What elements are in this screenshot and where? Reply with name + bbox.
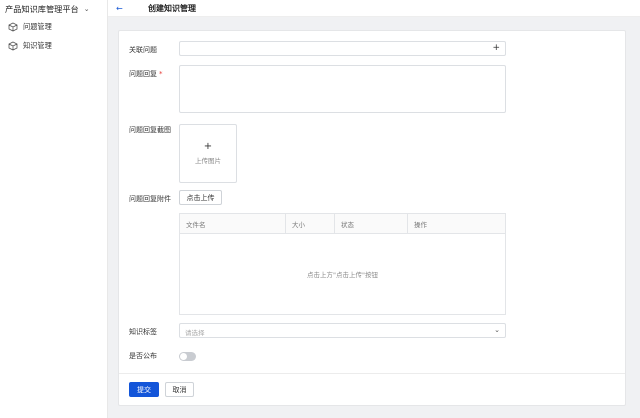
plus-icon: + [203, 141, 213, 152]
sidebar: 产品知识库管理平台 ⌄ 问题管理 知识管理 [0, 0, 108, 418]
table-empty-text: 点击上方"点击上传"按钮 [307, 271, 378, 279]
tags-label: 知识标签 [129, 328, 157, 336]
column-header: 文件名 [180, 214, 286, 233]
attachment-label: 问题回复附件 [129, 195, 171, 203]
tags-select[interactable]: 请选择 ⌄ [179, 323, 506, 338]
form-card: 关联问题 + 问题回复 * 问题回复截图 + 上传图片 问题回复附件 点击上传 文… [118, 30, 626, 406]
back-arrow-icon[interactable]: ← [116, 4, 128, 13]
related-question-input[interactable]: + [179, 41, 506, 56]
app-switcher[interactable]: 产品知识库管理平台 ⌄ [0, 0, 107, 17]
tags-placeholder: 请选择 [185, 329, 205, 337]
publish-label: 是否公布 [129, 352, 157, 360]
app-title: 产品知识库管理平台 [5, 3, 79, 14]
column-header: 状态 [335, 214, 408, 233]
cancel-button[interactable]: 取消 [165, 382, 194, 397]
cube-icon [8, 41, 18, 50]
column-header: 操作 [414, 220, 427, 229]
required-mark: * [159, 70, 163, 78]
sidebar-item-label: 问题管理 [23, 21, 52, 31]
column-header: 大小 [286, 214, 335, 233]
answer-label: 问题回复 * [129, 69, 163, 79]
screenshot-label: 问题回复截图 [129, 126, 171, 134]
upload-image-text: 上传图片 [195, 157, 221, 165]
related-question-label: 关联问题 [129, 46, 157, 54]
cube-icon [8, 22, 18, 31]
toggle-knob [180, 353, 187, 360]
answer-label-text: 问题回复 [129, 70, 157, 78]
sidebar-item-label: 知识管理 [23, 40, 52, 50]
chevron-down-icon: ⌄ [494, 326, 500, 334]
submit-button[interactable]: 提交 [129, 382, 159, 397]
answer-textarea[interactable] [179, 65, 506, 113]
upload-attachment-button[interactable]: 点击上传 [179, 190, 222, 205]
plus-icon[interactable]: + [492, 43, 500, 53]
table-header: 文件名 大小 状态 操作 [180, 214, 505, 234]
upload-image-button[interactable]: + 上传图片 [179, 124, 237, 183]
attachment-table: 文件名 大小 状态 操作 点击上方"点击上传"按钮 [179, 213, 506, 315]
sidebar-item-knowledge-management[interactable]: 知识管理 [0, 36, 107, 55]
page-header: ← 创建知识管理 [108, 0, 640, 17]
publish-toggle[interactable] [179, 352, 196, 361]
divider [119, 373, 625, 374]
sidebar-item-question-management[interactable]: 问题管理 [0, 17, 107, 36]
page-title: 创建知识管理 [148, 3, 196, 13]
chevron-down-icon: ⌄ [83, 4, 90, 13]
